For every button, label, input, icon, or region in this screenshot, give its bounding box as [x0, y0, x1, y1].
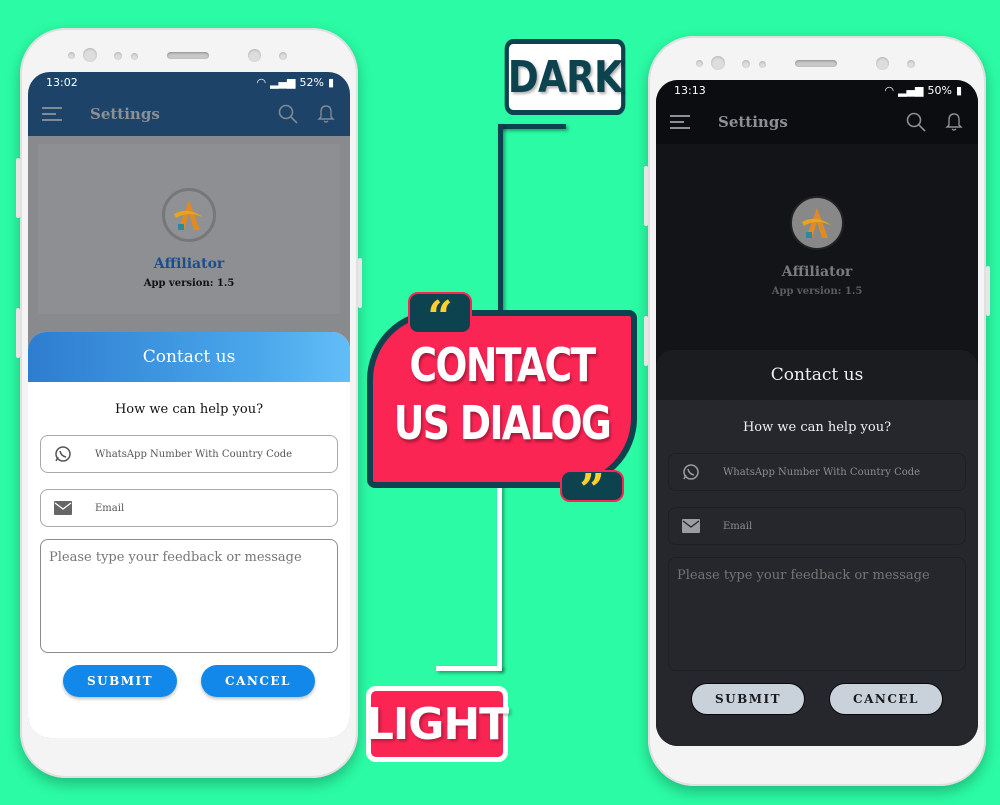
connector-line-top-vertical [498, 124, 503, 314]
dialog-subtitle: How we can help you? [114, 402, 264, 417]
light-mode-label: LIGHT [366, 686, 509, 762]
open-quote-icon: “ [408, 292, 472, 342]
search-icon[interactable] [904, 110, 928, 134]
volume-button [644, 166, 648, 226]
cancel-button[interactable]: CANCEL [829, 683, 943, 715]
headline-line-2: US DIALOG [393, 396, 612, 450]
app-version: App version: 1.5 [143, 278, 235, 289]
headline-line-1: CONTACT [409, 338, 596, 392]
connector-line-bottom [436, 666, 502, 671]
clock: 13:13 [674, 83, 706, 97]
email-placeholder: Email [723, 520, 753, 532]
battery-icon: ▮ [955, 83, 962, 97]
app-name: Affiliator [781, 264, 853, 280]
whatsapp-placeholder: WhatsApp Number With Country Code [95, 448, 293, 460]
page-title: Settings [90, 105, 160, 123]
app-name: Affiliator [153, 256, 225, 272]
battery-level: 50% [927, 83, 952, 97]
light-phone-mockup: 13:02 ◠ ▂▄▆ 52% ▮ Settings Affiliator Ap… [16, 28, 362, 778]
battery-level: 52% [299, 75, 324, 89]
search-icon[interactable] [276, 102, 300, 126]
phone-top-bezel [20, 42, 358, 72]
email-input[interactable]: Email [668, 507, 966, 545]
bell-icon[interactable] [942, 110, 966, 134]
connector-line-top [498, 124, 566, 129]
whatsapp-input[interactable]: WhatsApp Number With Country Code [40, 435, 338, 473]
app-bar: Settings [656, 100, 978, 144]
dark-phone-mockup: 13:13 ◠ ▂▄▆ 50% ▮ Settings Affiliator Ap… [644, 36, 990, 786]
dialog-title: Contact us [28, 332, 350, 382]
email-icon [53, 498, 73, 518]
app-version: App version: 1.5 [771, 286, 863, 297]
page-title: Settings [718, 113, 788, 131]
email-input[interactable]: Email [40, 489, 338, 527]
dark-screen: 13:13 ◠ ▂▄▆ 50% ▮ Settings Affiliator Ap… [656, 80, 978, 746]
bixby-button [16, 308, 20, 358]
bixby-button [644, 316, 648, 366]
message-textarea[interactable] [668, 557, 966, 671]
power-button [986, 266, 990, 316]
menu-icon[interactable] [40, 102, 64, 126]
wifi-icon: ◠ [884, 83, 895, 97]
app-logo [790, 196, 844, 250]
status-bar: 13:13 ◠ ▂▄▆ 50% ▮ [656, 80, 978, 100]
clock: 13:02 [46, 75, 78, 89]
signal-icon: ▂▄▆ [270, 75, 296, 89]
whatsapp-icon [681, 462, 701, 482]
power-button [358, 258, 362, 308]
about-card: Affiliator App version: 1.5 [38, 144, 340, 314]
dialog-title: Contact us [656, 350, 978, 400]
signal-icon: ▂▄▆ [898, 83, 924, 97]
contact-dialog: Contact us How we can help you? WhatsApp… [656, 350, 978, 746]
light-screen: 13:02 ◠ ▂▄▆ 52% ▮ Settings Affiliator Ap… [28, 72, 350, 738]
whatsapp-placeholder: WhatsApp Number With Country Code [723, 466, 921, 478]
dark-mode-label: DARK [504, 39, 626, 115]
bell-icon[interactable] [314, 102, 338, 126]
dialog-subtitle: How we can help you? [742, 420, 892, 435]
volume-button [16, 158, 20, 218]
headline: CONTACT US DIALOG [391, 336, 612, 452]
app-logo [162, 188, 216, 242]
submit-button[interactable]: SUBMIT [63, 665, 177, 697]
email-icon [681, 516, 701, 536]
connector-line-bottom-vertical [497, 484, 502, 670]
app-bar: Settings [28, 92, 350, 136]
status-bar: 13:02 ◠ ▂▄▆ 52% ▮ [28, 72, 350, 92]
battery-icon: ▮ [327, 75, 334, 89]
submit-button[interactable]: SUBMIT [691, 683, 805, 715]
about-card: Affiliator App version: 1.5 [666, 152, 968, 322]
wifi-icon: ◠ [256, 75, 267, 89]
email-placeholder: Email [95, 502, 125, 514]
menu-icon[interactable] [668, 110, 692, 134]
cancel-button[interactable]: CANCEL [201, 665, 315, 697]
message-textarea[interactable] [40, 539, 338, 653]
phone-top-bezel [648, 50, 986, 80]
contact-dialog: Contact us How we can help you? WhatsApp… [28, 332, 350, 738]
whatsapp-icon [53, 444, 73, 464]
close-quote-icon: ” [560, 469, 624, 513]
whatsapp-input[interactable]: WhatsApp Number With Country Code [668, 453, 966, 491]
